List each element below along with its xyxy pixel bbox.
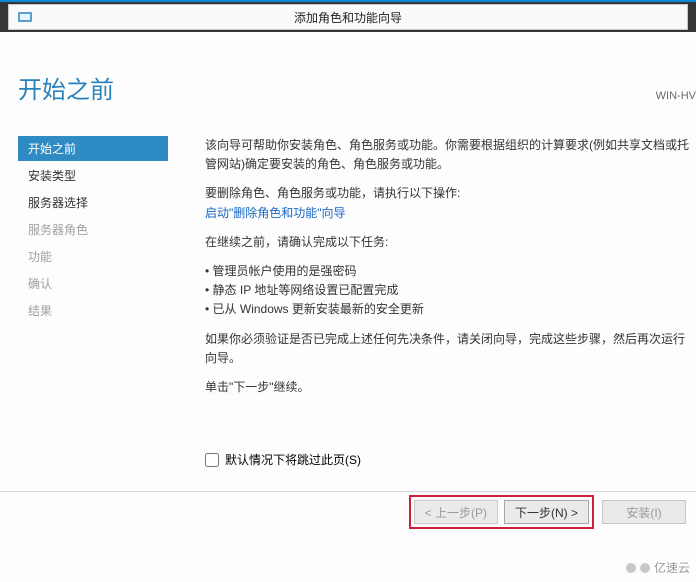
remove-wizard-link[interactable]: 启动"删除角色和功能"向导 — [205, 206, 346, 220]
wizard-sidebar: 开始之前安装类型服务器选择服务器角色功能确认结果 — [18, 136, 168, 325]
watermark-dot-icon — [626, 563, 636, 573]
intro-text: 该向导可帮助你安装角色、角色服务或功能。你需要根据组织的计算要求(例如共享文档或… — [205, 136, 696, 174]
outer-titlebar: 添加角色和功能向导 — [0, 0, 696, 32]
prerequisite-item: 管理员帐户使用的是强密码 — [205, 262, 696, 281]
window-title: 添加角色和功能向导 — [294, 9, 402, 26]
main-text: 该向导可帮助你安装角色、角色服务或功能。你需要根据组织的计算要求(例如共享文档或… — [205, 136, 696, 407]
skip-checkbox[interactable] — [205, 453, 219, 467]
sidebar-item-6: 结果 — [18, 298, 168, 323]
sidebar-item-1[interactable]: 安装类型 — [18, 163, 168, 188]
sidebar-item-2[interactable]: 服务器选择 — [18, 190, 168, 215]
watermark-text: 亿速云 — [654, 559, 690, 576]
continue-text: 单击"下一步"继续。 — [205, 378, 696, 397]
verify-label: 在继续之前，请确认完成以下任务: — [205, 233, 696, 252]
sidebar-item-0[interactable]: 开始之前 — [18, 136, 168, 161]
skip-label[interactable]: 默认情况下将跳过此页(S) — [225, 451, 361, 468]
install-button: 安装(I) — [602, 500, 686, 524]
server-label: WIN-HV — [656, 90, 696, 102]
prerequisite-list: 管理员帐户使用的是强密码静态 IP 地址等网络设置已配置完成已从 Windows… — [205, 262, 696, 320]
sidebar-item-5: 确认 — [18, 271, 168, 296]
prerequisite-item: 静态 IP 地址等网络设置已配置完成 — [205, 281, 696, 300]
conclusion-text: 如果你必须验证是否已完成上述任何先决条件，请关闭向导，完成这些步骤，然后再次运行… — [205, 330, 696, 368]
action-button-group: 安装(I) — [600, 498, 688, 526]
wizard-footer: < 上一步(P) 下一步(N) > 安装(I) — [0, 492, 696, 532]
nav-button-group: < 上一步(P) 下一步(N) > — [409, 495, 594, 529]
watermark: 亿速云 — [626, 559, 690, 576]
content-area: 开始之前 WIN-HV 开始之前安装类型服务器选择服务器角色功能确认结果 该向导… — [0, 32, 696, 492]
window-titlebar: 添加角色和功能向导 — [8, 4, 688, 30]
prev-button: < 上一步(P) — [414, 500, 498, 524]
skip-checkbox-row: 默认情况下将跳过此页(S) — [205, 451, 361, 468]
remove-label: 要删除角色、角色服务或功能，请执行以下操作: — [205, 186, 460, 200]
sidebar-item-3: 服务器角色 — [18, 217, 168, 242]
watermark-dot-icon — [640, 563, 650, 573]
page-title: 开始之前 — [18, 70, 114, 105]
sidebar-item-4: 功能 — [18, 244, 168, 269]
prerequisite-item: 已从 Windows 更新安装最新的安全更新 — [205, 300, 696, 319]
remove-section: 要删除角色、角色服务或功能，请执行以下操作: 启动"删除角色和功能"向导 — [205, 184, 696, 222]
app-icon — [17, 9, 33, 25]
next-button[interactable]: 下一步(N) > — [504, 500, 589, 524]
